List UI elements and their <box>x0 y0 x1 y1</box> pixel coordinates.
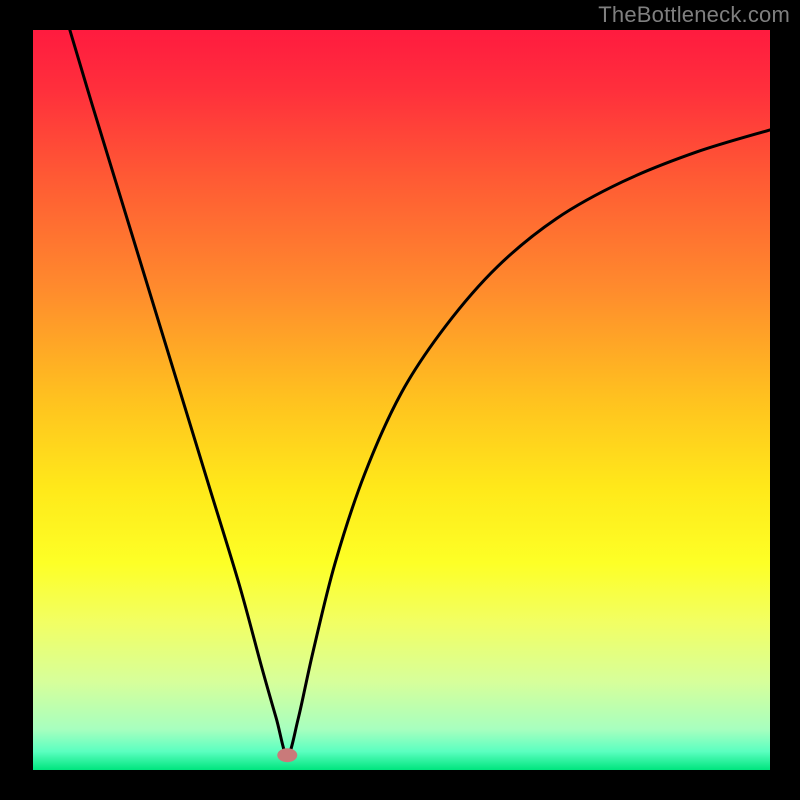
bottleneck-chart <box>0 0 800 800</box>
gradient-background <box>33 30 770 770</box>
chart-frame: { "watermark": "TheBottleneck.com", "cha… <box>0 0 800 800</box>
watermark-text: TheBottleneck.com <box>598 2 790 28</box>
optimal-point-marker <box>277 748 297 762</box>
